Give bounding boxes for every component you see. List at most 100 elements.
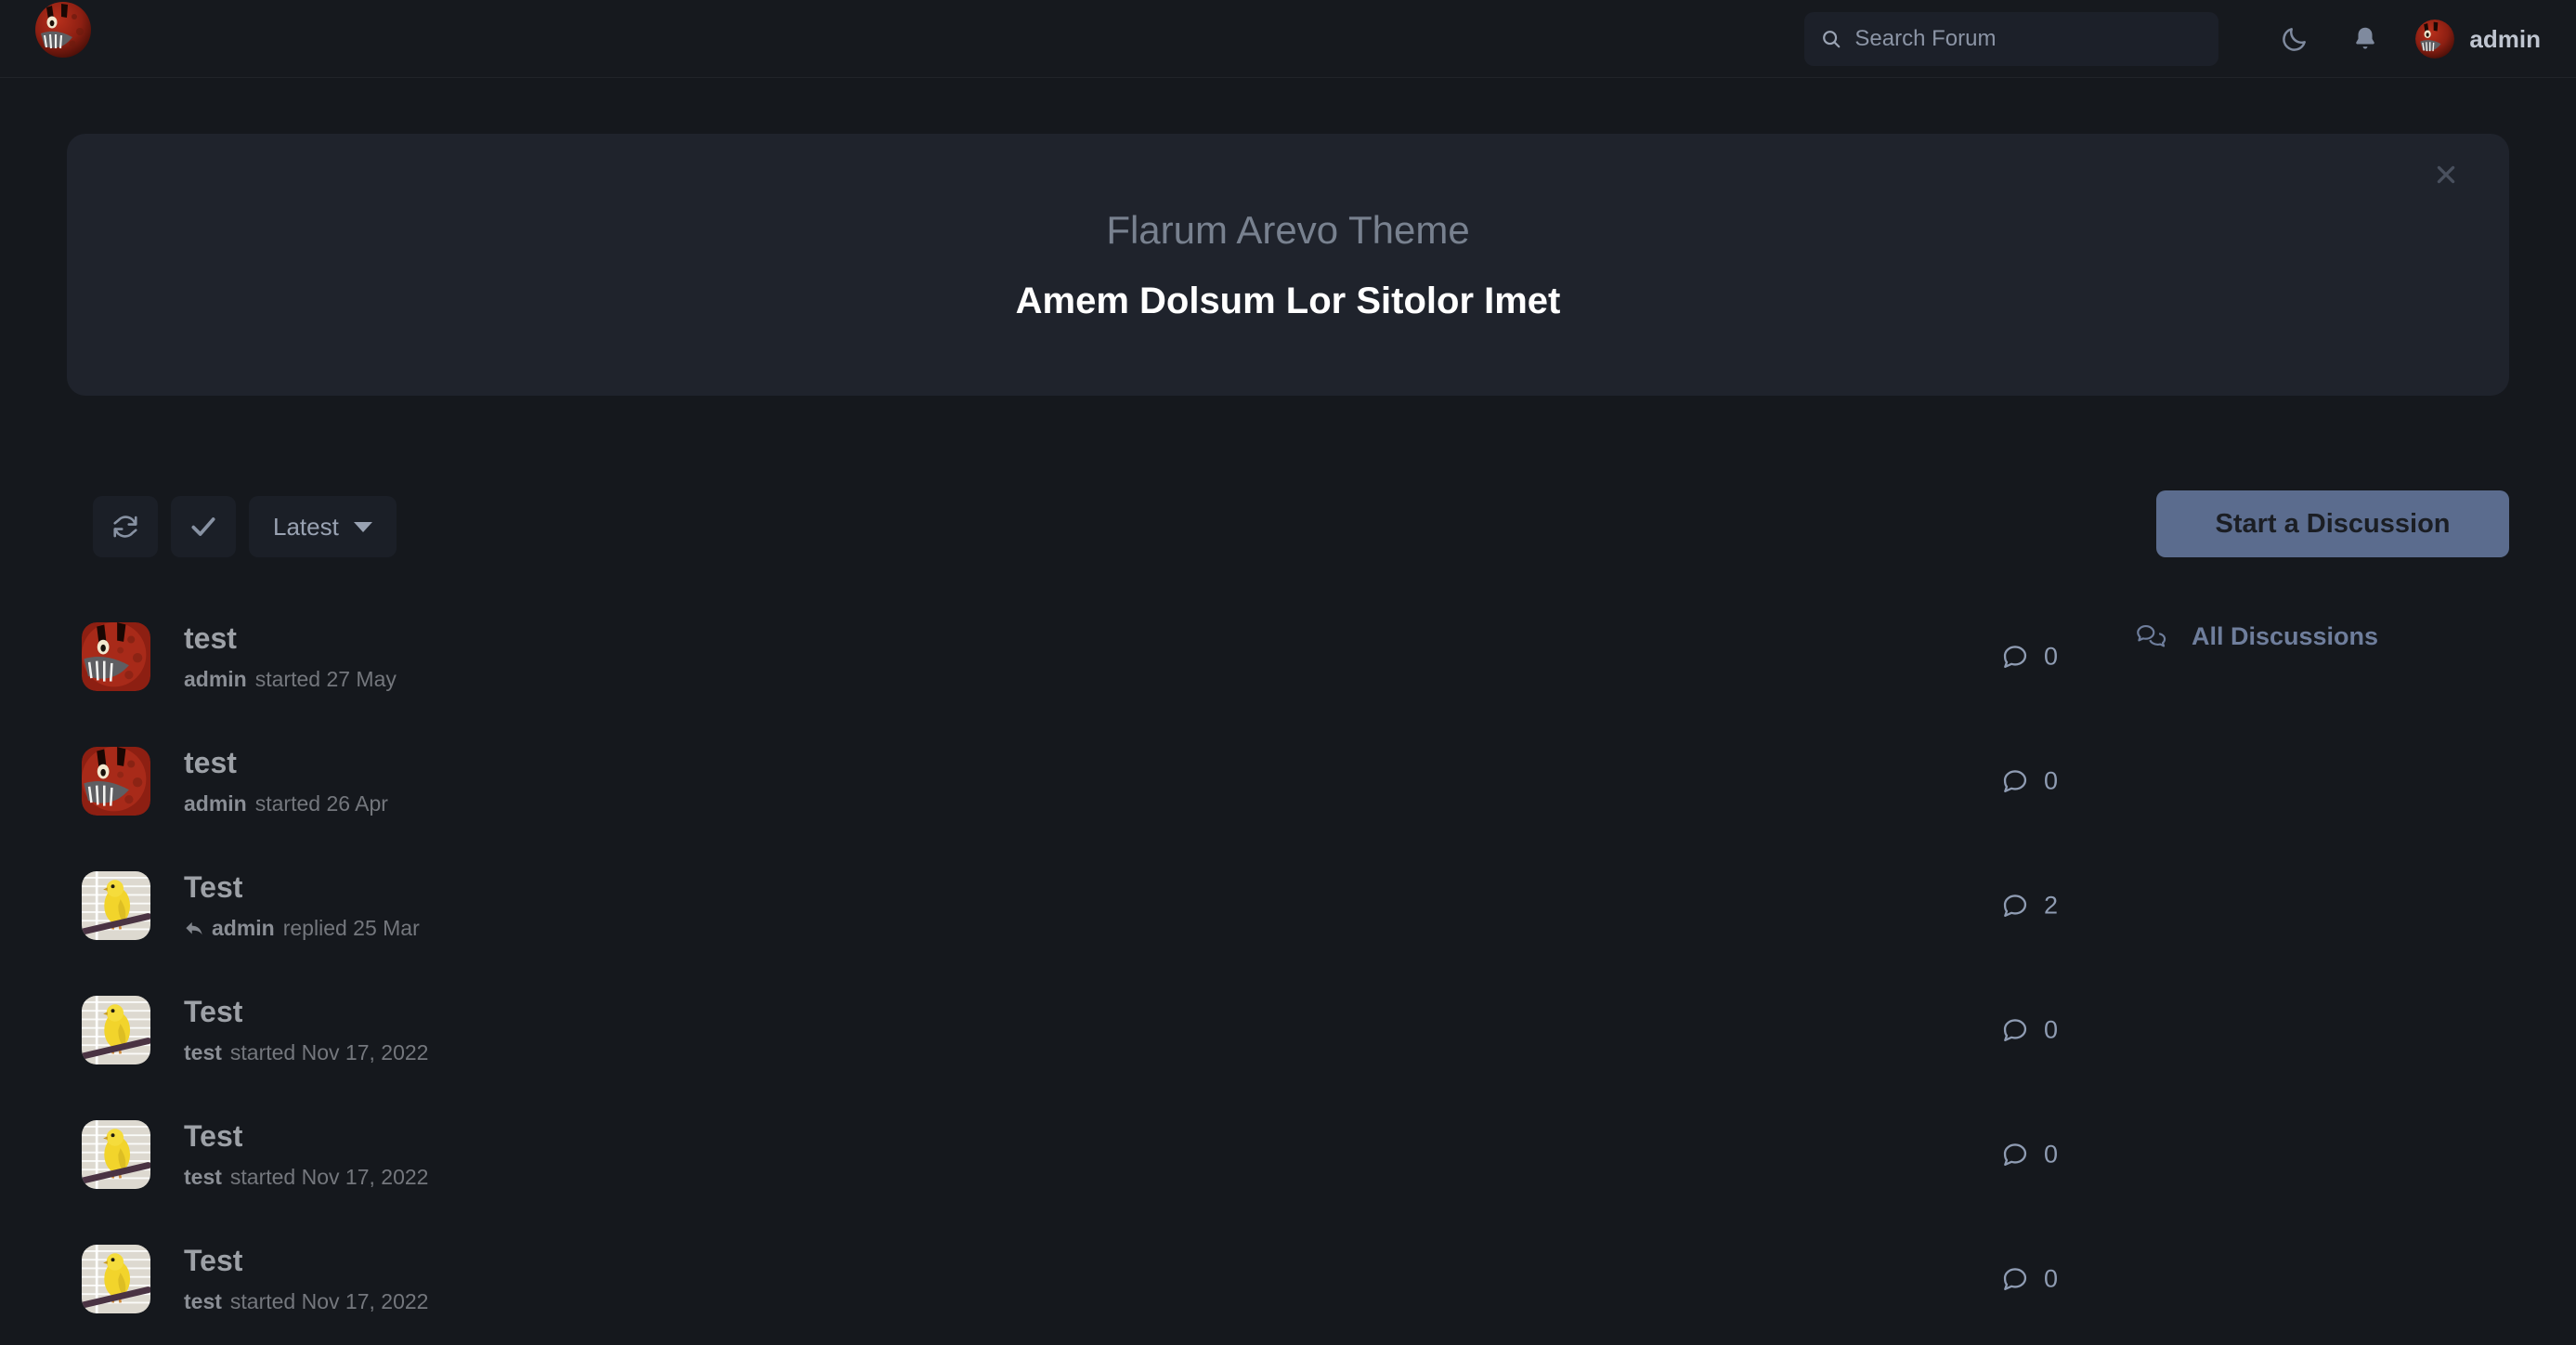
discussion-title[interactable]: Test xyxy=(184,995,2127,1029)
discussion-author[interactable]: test xyxy=(184,1165,222,1190)
comment-bubble-icon xyxy=(2001,644,2029,670)
discussion-author[interactable]: test xyxy=(184,1289,222,1314)
comment-count-value: 0 xyxy=(2044,642,2059,671)
refresh-icon xyxy=(111,513,139,541)
hero-subtitle: Amem Dolsum Lor Sitolor Imet xyxy=(1015,280,1561,321)
sidebar-nav: All Discussions xyxy=(2136,613,2526,660)
discussion-title[interactable]: test xyxy=(184,621,2127,656)
comment-count[interactable]: 0 xyxy=(2001,767,2058,796)
hero-title: Flarum Arevo Theme xyxy=(1106,207,1470,252)
discussion-date: Nov 17, 2022 xyxy=(301,1165,429,1189)
discussion-meta: admin started 26 Apr xyxy=(184,791,2127,816)
hero-banner: Flarum Arevo Theme Amem Dolsum Lor Sitol… xyxy=(67,134,2509,396)
discussion-title[interactable]: test xyxy=(184,746,2127,780)
discussion-date: Nov 17, 2022 xyxy=(301,1040,429,1064)
discussion-action: started xyxy=(229,1040,296,1064)
hero-close-button[interactable] xyxy=(2424,154,2468,199)
discussion-row[interactable]: Test test started Nov 17, 2022 0 xyxy=(0,968,2127,1092)
discussion-row-main: test admin started 27 May xyxy=(184,621,2127,692)
comment-count[interactable]: 0 xyxy=(2001,1016,2058,1045)
discussion-date: 26 Apr xyxy=(326,791,388,816)
sidebar-item-label: All Discussions xyxy=(2192,622,2379,650)
moon-icon xyxy=(2280,24,2309,54)
comment-count-value: 0 xyxy=(2044,1015,2059,1044)
bird-avatar-icon xyxy=(82,1120,150,1189)
discussion-author[interactable]: admin xyxy=(184,667,247,692)
sort-dropdown[interactable]: Latest xyxy=(249,496,397,557)
discussion-title[interactable]: Test xyxy=(184,1119,2127,1154)
comment-bubble-icon xyxy=(2001,1266,2029,1292)
comment-count[interactable]: 0 xyxy=(2001,643,2058,672)
discussion-action: started xyxy=(254,667,321,691)
avatar xyxy=(2415,20,2455,59)
start-discussion-button[interactable]: Start a Discussion xyxy=(2156,490,2509,557)
search-box[interactable] xyxy=(1804,12,2219,66)
discussion-action: started xyxy=(254,791,321,816)
discussion-row-main: test admin started 26 Apr xyxy=(184,746,2127,816)
discussion-meta: test started Nov 17, 2022 xyxy=(184,1289,2127,1314)
discussion-date: 25 Mar xyxy=(353,916,420,940)
bird-avatar-icon xyxy=(82,871,150,940)
discussion-title[interactable]: Test xyxy=(184,870,2127,905)
comment-bubble-icon xyxy=(2001,768,2029,794)
comment-count[interactable]: 2 xyxy=(2001,892,2058,921)
discussion-row-main: Test test started Nov 17, 2022 xyxy=(184,1244,2127,1314)
mark-all-read-button[interactable] xyxy=(171,496,236,557)
discussion-title[interactable]: Test xyxy=(184,1244,2127,1278)
username-label: admin xyxy=(2469,24,2541,53)
discussion-date: 27 May xyxy=(326,667,397,691)
discussion-row[interactable]: Test admin replied 25 Mar 2 xyxy=(0,843,2127,968)
search-input[interactable] xyxy=(1854,26,2203,52)
sort-label: Latest xyxy=(273,512,339,541)
comment-count-value: 0 xyxy=(2044,766,2059,795)
monster-avatar-icon xyxy=(82,747,150,816)
refresh-button[interactable] xyxy=(93,496,158,557)
monster-avatar-icon xyxy=(82,622,150,691)
discussion-action: started xyxy=(229,1165,296,1189)
discussion-author[interactable]: test xyxy=(184,1040,222,1065)
sidebar-item-all-discussions[interactable]: All Discussions xyxy=(2136,613,2526,660)
dark-mode-toggle[interactable] xyxy=(2270,15,2319,63)
discussion-row-main: Test test started Nov 17, 2022 xyxy=(184,995,2127,1065)
chevron-down-icon xyxy=(353,521,372,532)
discussion-row[interactable]: test admin started 26 Apr 0 xyxy=(0,719,2127,843)
comment-bubble-icon xyxy=(2001,1142,2029,1168)
discussion-row-main: Test admin replied 25 Mar xyxy=(184,870,2127,941)
search-icon xyxy=(1821,29,1841,49)
comment-count-value: 0 xyxy=(2044,1264,2059,1293)
discussion-row-main: Test test started Nov 17, 2022 xyxy=(184,1119,2127,1190)
discussion-action: started xyxy=(229,1289,296,1313)
close-icon xyxy=(2434,163,2458,191)
discussion-action: replied xyxy=(282,916,347,940)
check-icon xyxy=(189,512,218,542)
discussion-author[interactable]: admin xyxy=(184,791,247,816)
user-menu[interactable]: admin xyxy=(2415,20,2541,59)
comment-bubble-icon xyxy=(2001,1017,2029,1043)
comment-count[interactable]: 0 xyxy=(2001,1141,2058,1169)
bird-avatar-icon xyxy=(82,996,150,1064)
bird-avatar-icon xyxy=(82,1245,150,1313)
discussion-date: Nov 17, 2022 xyxy=(301,1289,429,1313)
comment-count-value: 2 xyxy=(2044,891,2059,920)
discussion-row[interactable]: Test test started Nov 17, 2022 0 xyxy=(0,1092,2127,1217)
forum-monster-logo-icon xyxy=(35,2,91,58)
header-right-group: admin xyxy=(1804,0,2576,78)
discussion-toolbar: Latest xyxy=(93,496,397,557)
reply-arrow-icon xyxy=(184,920,204,938)
discussion-row[interactable]: Test test started Nov 17, 2022 0 xyxy=(0,1217,2127,1341)
discussion-meta: test started Nov 17, 2022 xyxy=(184,1165,2127,1190)
discussion-meta: test started Nov 17, 2022 xyxy=(184,1040,2127,1065)
discussions-bubbles-icon xyxy=(2136,623,2167,651)
discussion-list: test admin started 27 May 0 test admin started… xyxy=(0,594,2127,1341)
forum-logo[interactable] xyxy=(33,0,93,59)
discussion-meta: admin started 27 May xyxy=(184,667,2127,692)
discussion-row[interactable]: test admin started 27 May 0 xyxy=(0,594,2127,719)
comment-bubble-icon xyxy=(2001,893,2029,919)
discussion-meta: admin replied 25 Mar xyxy=(184,916,2127,941)
notifications-button[interactable] xyxy=(2341,15,2389,63)
site-header: admin xyxy=(0,0,2576,78)
comment-count[interactable]: 0 xyxy=(2001,1265,2058,1294)
comment-count-value: 0 xyxy=(2044,1140,2059,1169)
discussion-author[interactable]: admin xyxy=(212,916,275,941)
bell-icon xyxy=(2351,24,2379,54)
